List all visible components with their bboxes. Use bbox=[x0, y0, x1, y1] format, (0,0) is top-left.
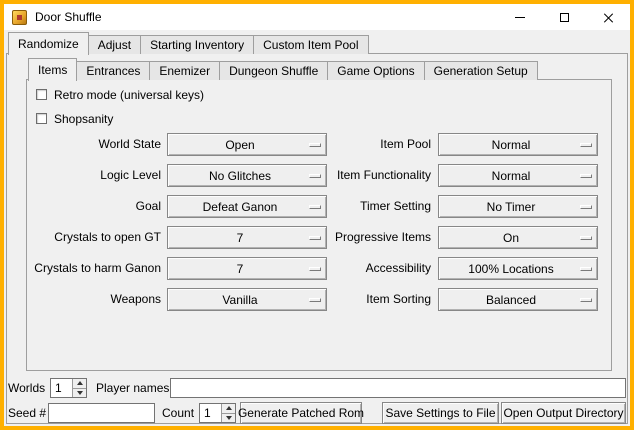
close-icon bbox=[603, 12, 614, 23]
item-functionality-value: Normal bbox=[492, 169, 531, 183]
items-tab-panel: Retro mode (universal keys) Shopsanity W… bbox=[26, 79, 612, 371]
shopsanity-row: Shopsanity bbox=[36, 112, 113, 125]
spinner-down-icon bbox=[226, 416, 232, 420]
dropdown-indicator-icon bbox=[580, 143, 592, 147]
dropdown-indicator-icon bbox=[580, 205, 592, 209]
tab-custom-item-pool[interactable]: Custom Item Pool bbox=[253, 35, 368, 54]
tab-game-options[interactable]: Game Options bbox=[327, 61, 424, 80]
worlds-spinner bbox=[50, 378, 87, 398]
worlds-spinner-down-button[interactable] bbox=[72, 388, 86, 398]
item-pool-label: Item Pool bbox=[297, 133, 431, 156]
spinner-up-icon bbox=[77, 381, 83, 385]
window-content: Randomize Adjust Starting Inventory Cust… bbox=[4, 30, 630, 426]
outer-tabbar: Randomize Adjust Starting Inventory Cust… bbox=[8, 31, 369, 54]
world-state-label: World State bbox=[27, 133, 161, 156]
tab-entrances[interactable]: Entrances bbox=[76, 61, 150, 80]
retro-mode-checkbox[interactable] bbox=[36, 89, 47, 100]
item-pool-dropdown[interactable]: Normal bbox=[438, 133, 598, 156]
seed-label: Seed # bbox=[8, 403, 46, 423]
crystals-harm-ganon-value: 7 bbox=[237, 262, 244, 276]
open-output-directory-button[interactable]: Open Output Directory bbox=[501, 402, 626, 424]
weapons-value: Vanilla bbox=[222, 293, 257, 307]
field-row-1: World State Open Item Pool Normal bbox=[27, 133, 611, 156]
window-title: Door Shuffle bbox=[35, 10, 102, 24]
minimize-button[interactable] bbox=[498, 4, 542, 30]
item-sorting-label: Item Sorting bbox=[297, 288, 431, 311]
window-controls bbox=[498, 4, 630, 30]
count-spinner-up-button[interactable] bbox=[221, 404, 235, 413]
progressive-items-label: Progressive Items bbox=[297, 226, 431, 249]
tab-generation-setup[interactable]: Generation Setup bbox=[424, 61, 538, 80]
dropdown-indicator-icon bbox=[580, 236, 592, 240]
tab-adjust[interactable]: Adjust bbox=[88, 35, 141, 54]
shopsanity-label: Shopsanity bbox=[54, 112, 113, 126]
logic-level-label: Logic Level bbox=[27, 164, 161, 187]
app-window: Door Shuffle Randomize Adjust Starting I… bbox=[0, 0, 634, 430]
tab-items[interactable]: Items bbox=[28, 58, 77, 81]
count-label: Count bbox=[162, 403, 194, 423]
timer-setting-dropdown[interactable]: No Timer bbox=[438, 195, 598, 218]
player-names-input[interactable] bbox=[170, 378, 626, 398]
logic-level-value: No Glitches bbox=[209, 169, 271, 183]
crystals-harm-ganon-label: Crystals to harm Ganon bbox=[27, 257, 161, 280]
field-row-4: Crystals to open GT 7 Progressive Items … bbox=[27, 226, 611, 249]
worlds-spinner-up-button[interactable] bbox=[72, 379, 86, 388]
timer-setting-label: Timer Setting bbox=[297, 195, 431, 218]
goal-value: Defeat Ganon bbox=[203, 200, 278, 214]
minimize-icon bbox=[515, 17, 525, 18]
crystals-open-gt-value: 7 bbox=[237, 231, 244, 245]
tab-dungeon-shuffle[interactable]: Dungeon Shuffle bbox=[219, 61, 328, 80]
accessibility-label: Accessibility bbox=[297, 257, 431, 280]
item-sorting-value: Balanced bbox=[486, 293, 536, 307]
item-functionality-label: Item Functionality bbox=[297, 164, 431, 187]
generate-patched-rom-button[interactable]: Generate Patched Rom bbox=[240, 402, 362, 424]
tab-enemizer[interactable]: Enemizer bbox=[149, 61, 220, 80]
dropdown-indicator-icon bbox=[580, 267, 592, 271]
spinner-down-icon bbox=[77, 391, 83, 395]
tab-starting-inventory[interactable]: Starting Inventory bbox=[140, 35, 254, 54]
maximize-icon bbox=[560, 13, 569, 22]
seed-input[interactable] bbox=[48, 403, 155, 423]
shopsanity-checkbox[interactable] bbox=[36, 113, 47, 124]
goal-label: Goal bbox=[27, 195, 161, 218]
count-spinner-down-button[interactable] bbox=[221, 413, 235, 423]
world-state-value: Open bbox=[225, 138, 254, 152]
close-button[interactable] bbox=[586, 4, 630, 30]
progressive-items-dropdown[interactable]: On bbox=[438, 226, 598, 249]
dropdown-indicator-icon bbox=[580, 298, 592, 302]
item-pool-value: Normal bbox=[492, 138, 531, 152]
worlds-spinner-buttons bbox=[72, 379, 86, 397]
timer-setting-value: No Timer bbox=[487, 200, 536, 214]
maximize-button[interactable] bbox=[542, 4, 586, 30]
accessibility-dropdown[interactable]: 100% Locations bbox=[438, 257, 598, 280]
titlebar: Door Shuffle bbox=[4, 4, 630, 30]
spinner-up-icon bbox=[226, 406, 232, 410]
field-row-5: Crystals to harm Ganon 7 Accessibility 1… bbox=[27, 257, 611, 280]
dropdown-indicator-icon bbox=[580, 174, 592, 178]
count-spinner bbox=[199, 403, 236, 423]
app-icon bbox=[12, 10, 27, 25]
worlds-label: Worlds bbox=[8, 378, 45, 398]
crystals-open-gt-label: Crystals to open GT bbox=[27, 226, 161, 249]
inner-tabbar: Items Entrances Enemizer Dungeon Shuffle… bbox=[28, 57, 538, 80]
count-spinner-buttons bbox=[221, 404, 235, 422]
tab-randomize[interactable]: Randomize bbox=[8, 32, 89, 55]
field-row-3: Goal Defeat Ganon Timer Setting No Timer bbox=[27, 195, 611, 218]
retro-mode-row: Retro mode (universal keys) bbox=[36, 88, 204, 101]
progressive-items-value: On bbox=[503, 231, 519, 245]
field-row-6: Weapons Vanilla Item Sorting Balanced bbox=[27, 288, 611, 311]
worlds-spinner-input[interactable] bbox=[52, 380, 71, 396]
save-settings-button[interactable]: Save Settings to File bbox=[382, 402, 499, 424]
player-names-label: Player names bbox=[96, 378, 169, 398]
field-row-2: Logic Level No Glitches Item Functionali… bbox=[27, 164, 611, 187]
count-spinner-input[interactable] bbox=[201, 405, 220, 421]
accessibility-value: 100% Locations bbox=[468, 262, 553, 276]
weapons-label: Weapons bbox=[27, 288, 161, 311]
retro-mode-label: Retro mode (universal keys) bbox=[54, 88, 204, 102]
item-sorting-dropdown[interactable]: Balanced bbox=[438, 288, 598, 311]
item-functionality-dropdown[interactable]: Normal bbox=[438, 164, 598, 187]
